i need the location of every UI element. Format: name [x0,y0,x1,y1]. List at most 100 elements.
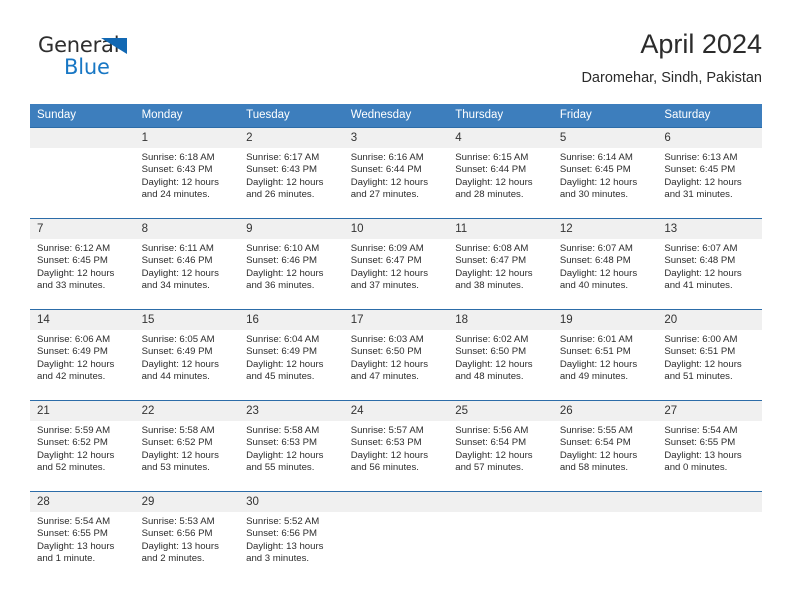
day-cell-inner: 11 Sunrise: 6:08 AM Sunset: 6:47 PM Dayligh… [448,219,553,309]
daylight-text-line1: Daylight: 12 hours [664,358,742,370]
day-number: 2 [239,128,344,148]
day-number: 29 [134,492,240,512]
day-cell-inner: 13 Sunrise: 6:07 AM Sunset: 6:48 PM Dayligh… [657,219,762,309]
weekday-header-friday: Friday [552,104,658,128]
calendar-day-cell[interactable]: 11 Sunrise: 6:08 AM Sunset: 6:47 PM Dayligh… [448,218,553,310]
calendar-day-cell[interactable]: 17 Sunrise: 6:03 AM Sunset: 6:50 PM Dayligh… [343,309,449,401]
sunrise-text: Sunrise: 6:07 AM [664,243,738,254]
day-details: Sunrise: 6:12 AM Sunset: 6:45 PM Daylight:… [30,239,135,293]
daylight-text-line2: and 47 minutes. [350,371,419,383]
day-cell-inner: 25 Sunrise: 5:56 AM Sunset: 6:54 PM Dayligh… [448,401,553,491]
day-number: 1 [134,128,240,148]
calendar-day-cell[interactable]: 26 Sunrise: 5:55 AM Sunset: 6:54 PM Dayligh… [552,400,658,492]
calendar-day-cell[interactable]: 3 Sunrise: 6:16 AM Sunset: 6:44 PM Daylight… [343,127,449,219]
daylight-text-line1: Daylight: 12 hours [246,358,324,370]
day-cell-inner: 19 Sunrise: 6:01 AM Sunset: 6:51 PM Dayligh… [552,310,658,400]
calendar-day-cell[interactable]: 27 Sunrise: 5:54 AM Sunset: 6:55 PM Dayligh… [657,400,762,492]
calendar-day-cell[interactable]: 23 Sunrise: 5:58 AM Sunset: 6:53 PM Dayligh… [239,400,344,492]
calendar-day-cell[interactable]: 28 Sunrise: 5:54 AM Sunset: 6:55 PM Dayligh… [30,491,135,582]
calendar-day-cell[interactable]: 15 Sunrise: 6:05 AM Sunset: 6:49 PM Dayligh… [134,309,240,401]
daylight-text-line1: Daylight: 12 hours [141,176,219,188]
daylight-text-line1: Daylight: 13 hours [664,449,742,461]
day-cell-inner: 26 Sunrise: 5:55 AM Sunset: 6:54 PM Dayligh… [552,401,658,491]
sunset-text: Sunset: 6:46 PM [246,255,318,267]
calendar-day-cell[interactable]: 20 Sunrise: 6:00 AM Sunset: 6:51 PM Dayligh… [657,309,762,401]
daylight-text-line1: Daylight: 12 hours [664,176,742,188]
day-number: 4 [448,128,553,148]
day-details: Sunrise: 6:13 AM Sunset: 6:45 PM Daylight:… [657,148,762,202]
calendar-day-cell[interactable]: 9 Sunrise: 6:10 AM Sunset: 6:46 PM Daylight… [239,218,344,310]
daylight-text-line1: Daylight: 13 hours [246,540,324,552]
day-cell-inner: 21 Sunrise: 5:59 AM Sunset: 6:52 PM Dayligh… [30,401,135,491]
day-details: Sunrise: 5:58 AM Sunset: 6:53 PM Daylight:… [239,421,344,475]
sunrise-text: Sunrise: 5:57 AM [350,425,424,436]
day-number: 22 [134,401,240,421]
calendar-day-cell[interactable]: 29 Sunrise: 5:53 AM Sunset: 6:56 PM Dayligh… [134,491,240,582]
calendar-day-cell[interactable]: 10 Sunrise: 6:09 AM Sunset: 6:47 PM Dayligh… [343,218,449,310]
calendar-day-cell[interactable]: 25 Sunrise: 5:56 AM Sunset: 6:54 PM Dayligh… [448,400,553,492]
day-cell-inner: 4 Sunrise: 6:15 AM Sunset: 6:44 PM Daylight… [448,128,553,218]
calendar-day-cell[interactable]: 24 Sunrise: 5:57 AM Sunset: 6:53 PM Dayligh… [343,400,449,492]
daylight-text-line2: and 57 minutes. [455,462,524,474]
sunrise-text: Sunrise: 5:54 AM [37,516,111,527]
weekday-header-tuesday: Tuesday [239,104,344,128]
calendar-day-cell[interactable]: 22 Sunrise: 5:58 AM Sunset: 6:52 PM Dayligh… [134,400,240,492]
calendar-day-cell[interactable]: 13 Sunrise: 6:07 AM Sunset: 6:48 PM Dayligh… [657,218,762,310]
day-cell-inner [657,492,762,582]
weekday-header-wednesday: Wednesday [343,104,449,128]
day-cell-inner: 28 Sunrise: 5:54 AM Sunset: 6:55 PM Dayligh… [30,492,135,582]
day-details: Sunrise: 6:18 AM Sunset: 6:43 PM Daylight:… [135,148,240,202]
sunrise-text: Sunrise: 6:16 AM [350,152,424,163]
day-number: 9 [239,219,344,239]
page-header: General Blue April 2024 Daromehar, Sindh… [0,0,792,100]
day-cell-inner: 6 Sunrise: 6:13 AM Sunset: 6:45 PM Daylight… [657,128,762,218]
daylight-text-line1: Daylight: 12 hours [559,449,638,461]
day-number: 15 [134,310,240,330]
daylight-text-line2: and 31 minutes. [664,189,733,201]
daylight-text-line1: Daylight: 12 hours [350,267,429,279]
calendar-day-cell[interactable]: 19 Sunrise: 6:01 AM Sunset: 6:51 PM Dayligh… [552,309,658,401]
sunset-text: Sunset: 6:53 PM [350,437,422,449]
day-cell-inner [448,492,553,582]
day-number: 23 [239,401,344,421]
sunrise-text: Sunrise: 6:06 AM [37,334,111,345]
day-number: 5 [552,128,658,148]
daylight-text-line2: and 1 minute. [37,553,96,565]
calendar-day-cell[interactable]: 18 Sunrise: 6:02 AM Sunset: 6:50 PM Dayligh… [448,309,553,401]
calendar-day-cell[interactable]: 7 Sunrise: 6:12 AM Sunset: 6:45 PM Daylight… [30,218,135,310]
calendar-day-cell[interactable]: 4 Sunrise: 6:15 AM Sunset: 6:44 PM Daylight… [448,127,553,219]
weekday-header-thursday: Thursday [448,104,553,128]
daylight-text-line1: Daylight: 12 hours [246,176,324,188]
day-details: Sunrise: 6:07 AM Sunset: 6:48 PM Daylight:… [553,239,658,293]
calendar-day-cell-empty [343,491,449,582]
day-details: Sunrise: 5:59 AM Sunset: 6:52 PM Daylight:… [30,421,135,475]
daylight-text-line1: Daylight: 12 hours [559,176,638,188]
sunset-text: Sunset: 6:44 PM [350,164,422,176]
day-details: Sunrise: 5:52 AM Sunset: 6:56 PM Daylight:… [239,512,344,566]
calendar-day-cell[interactable]: 1 Sunrise: 6:18 AM Sunset: 6:43 PM Daylight… [134,127,240,219]
page-subtitle: Daromehar, Sindh, Pakistan [581,70,762,86]
day-cell-inner: 1 Sunrise: 6:18 AM Sunset: 6:43 PM Daylight… [134,128,240,218]
calendar-day-cell[interactable]: 21 Sunrise: 5:59 AM Sunset: 6:52 PM Dayligh… [30,400,135,492]
sunrise-text: Sunrise: 5:52 AM [246,516,320,527]
calendar-day-cell[interactable]: 30 Sunrise: 5:52 AM Sunset: 6:56 PM Dayligh… [239,491,344,582]
day-details: Sunrise: 5:53 AM Sunset: 6:56 PM Daylight:… [135,512,240,566]
daylight-text-line1: Daylight: 12 hours [141,449,219,461]
daylight-text-line2: and 28 minutes. [455,189,524,201]
day-cell-inner: 12 Sunrise: 6:07 AM Sunset: 6:48 PM Dayligh… [552,219,658,309]
generalblue-logo[interactable]: General Blue [38,33,168,85]
calendar-day-cell[interactable]: 5 Sunrise: 6:14 AM Sunset: 6:45 PM Daylight… [552,127,658,219]
sunrise-text: Sunrise: 6:09 AM [350,243,424,254]
daylight-text-line1: Daylight: 12 hours [559,267,638,279]
calendar-day-cell[interactable]: 2 Sunrise: 6:17 AM Sunset: 6:43 PM Daylight… [239,127,344,219]
daylight-text-line2: and 56 minutes. [350,462,419,474]
day-cell-inner: 30 Sunrise: 5:52 AM Sunset: 6:56 PM Dayligh… [239,492,344,582]
calendar-day-cell[interactable]: 8 Sunrise: 6:11 AM Sunset: 6:46 PM Daylight… [134,218,240,310]
title-block: April 2024 Daromehar, Sindh, Pakistan [581,28,762,87]
calendar-day-cell[interactable]: 16 Sunrise: 6:04 AM Sunset: 6:49 PM Dayligh… [239,309,344,401]
day-number: 26 [552,401,658,421]
day-cell-inner: 7 Sunrise: 6:12 AM Sunset: 6:45 PM Daylight… [30,219,135,309]
calendar-day-cell[interactable]: 14 Sunrise: 6:06 AM Sunset: 6:49 PM Dayligh… [30,309,135,401]
calendar-day-cell[interactable]: 6 Sunrise: 6:13 AM Sunset: 6:45 PM Daylight… [657,127,762,219]
calendar-day-cell[interactable]: 12 Sunrise: 6:07 AM Sunset: 6:48 PM Dayligh… [552,218,658,310]
